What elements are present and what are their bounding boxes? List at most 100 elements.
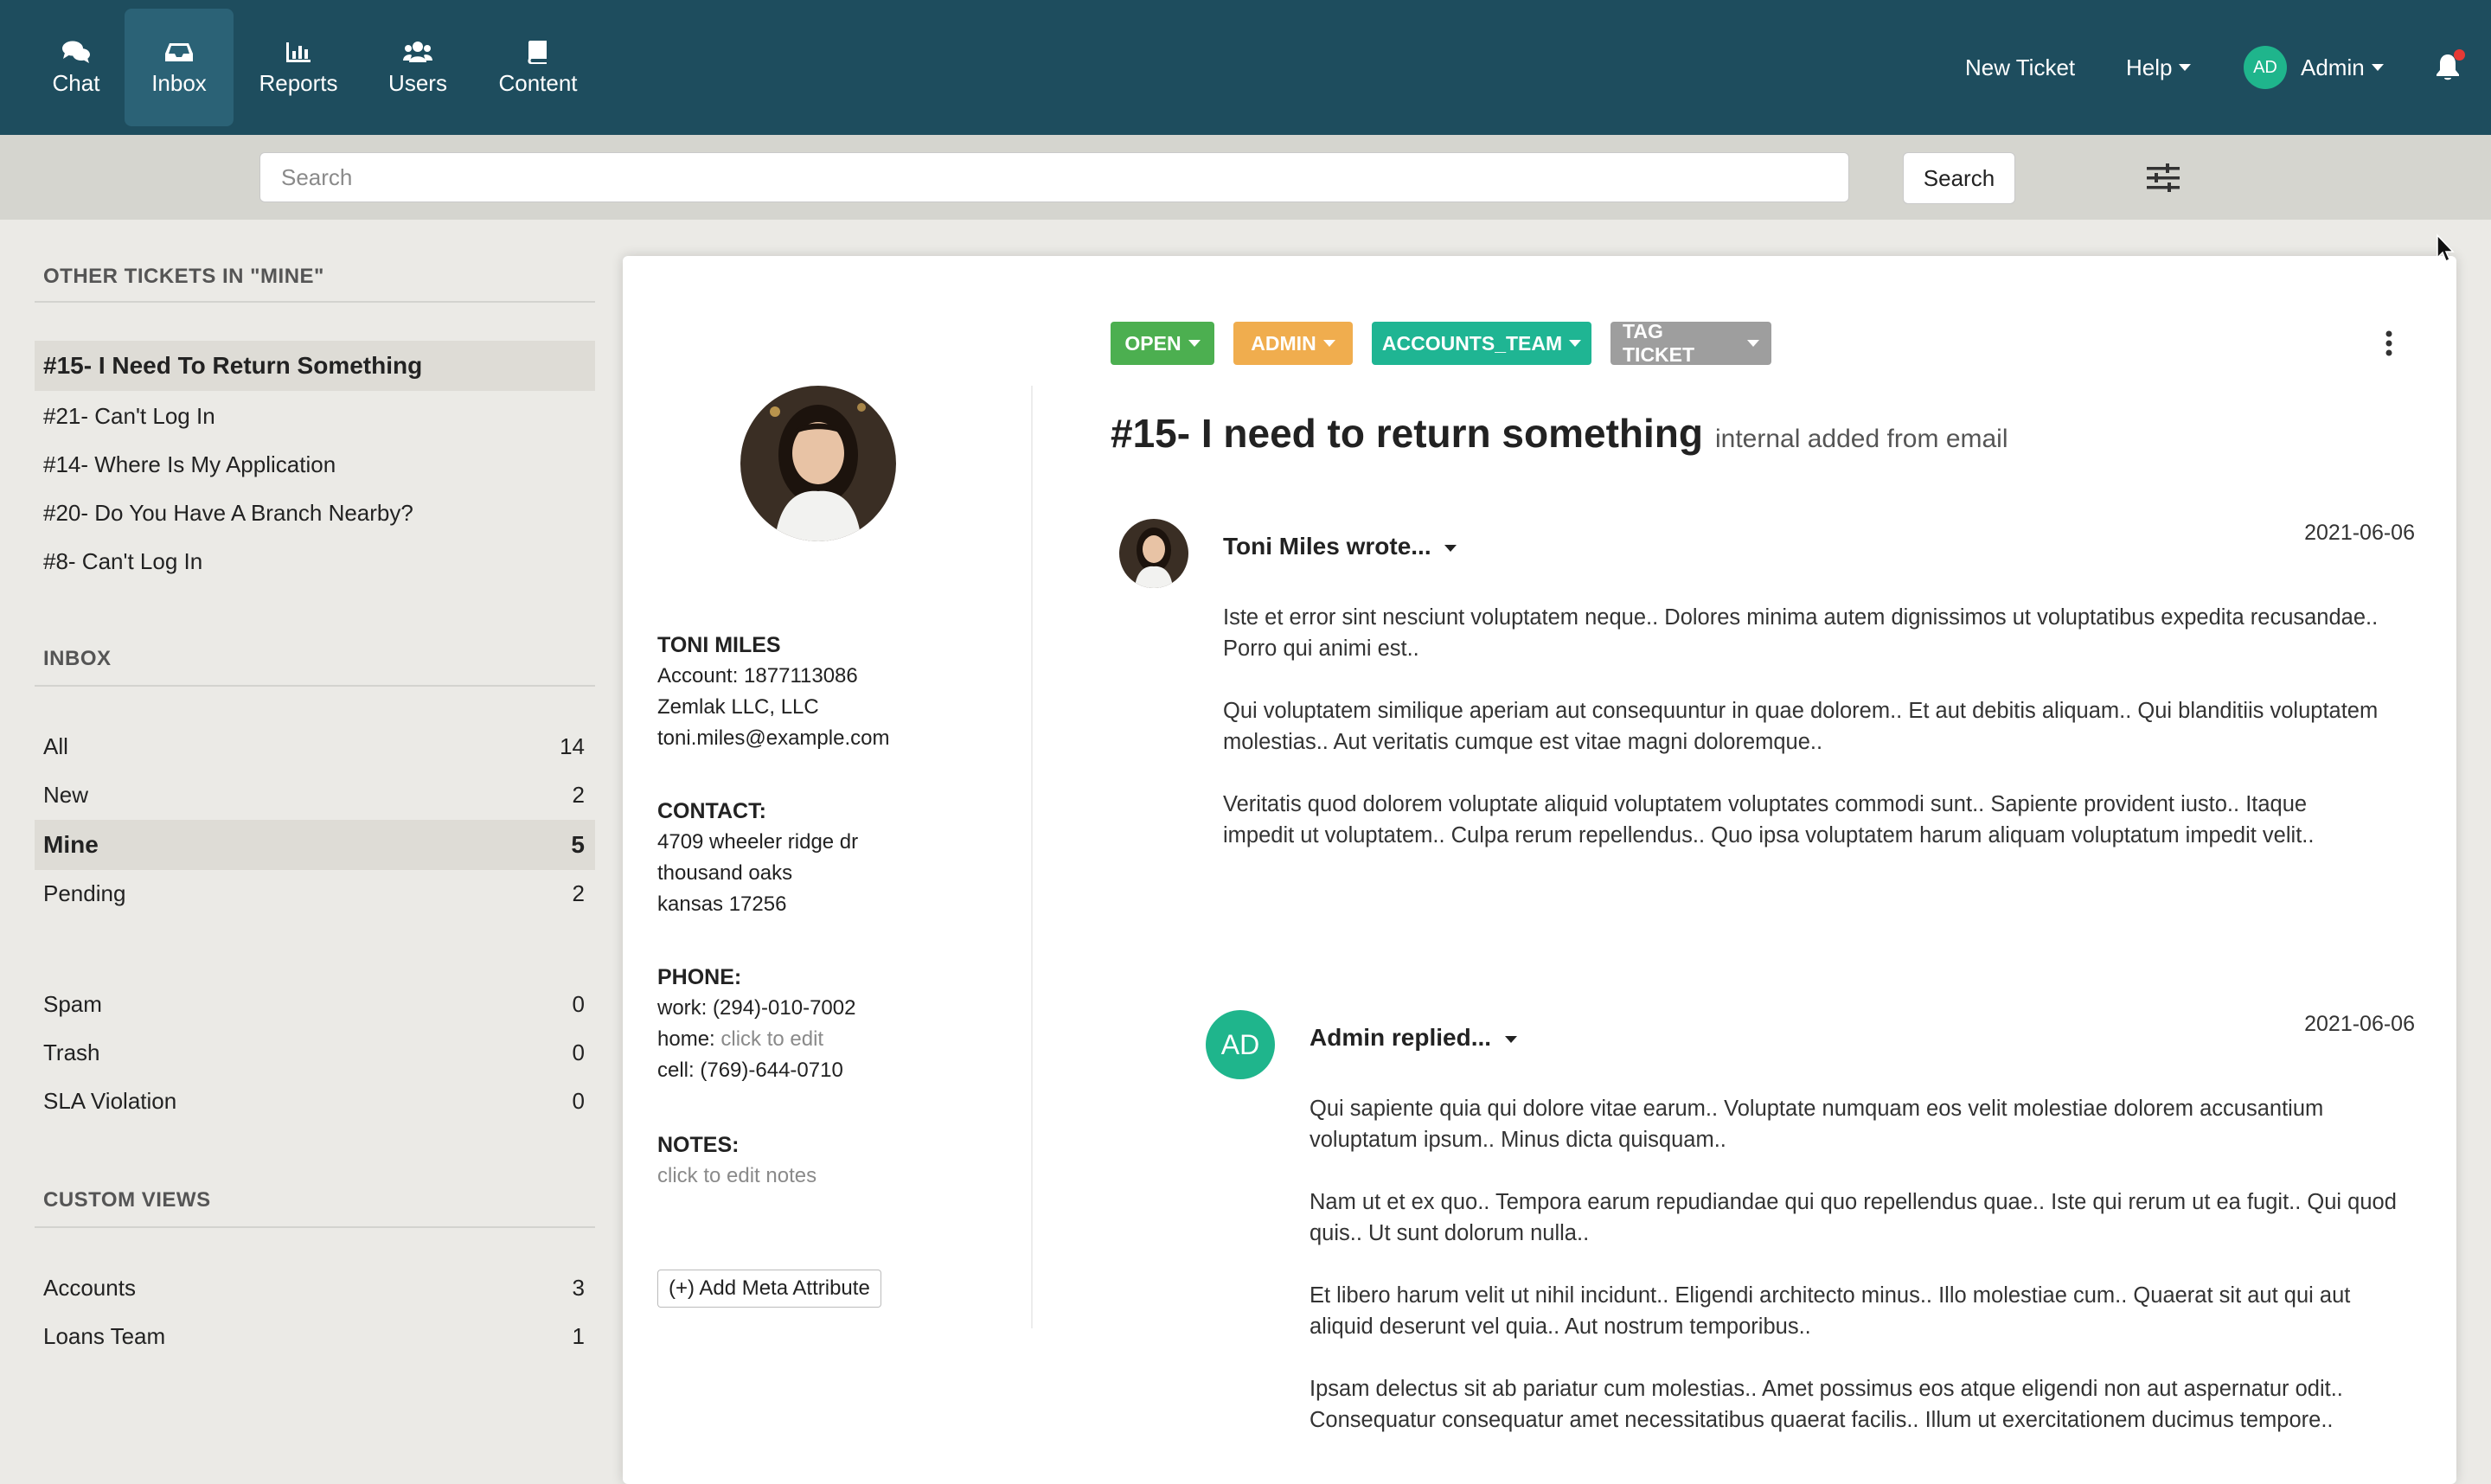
phone-home-label: home: <box>657 1027 715 1051</box>
other-ticket-label: #21- Can't Log In <box>43 402 215 429</box>
contact-label: CONTACT: <box>657 799 766 823</box>
notes-edit[interactable]: click to edit notes <box>657 1161 816 1192</box>
other-ticket-item[interactable]: #8- Can't Log In <box>35 536 595 586</box>
customer-account: Account: 1877113086 <box>657 664 858 688</box>
nav-reports[interactable]: Reports <box>249 9 348 126</box>
sidebar-item-label: New <box>43 781 89 808</box>
status-dropdown[interactable]: OPEN <box>1111 322 1214 365</box>
message-date: 2021-06-06 <box>2304 1012 2415 1036</box>
sidebar-item-loans-team[interactable]: Loans Team 1 <box>35 1311 595 1361</box>
other-ticket-item[interactable]: #20- Do You Have A Branch Nearby? <box>35 488 595 538</box>
message-avatar: AD <box>1206 1010 1275 1079</box>
tag-label: ADMIN <box>1251 331 1316 355</box>
message-paragraph: Ipsam delectus sit ab pariatur cum moles… <box>1310 1377 2343 1432</box>
chevron-down-icon <box>1569 340 1582 347</box>
search-button[interactable]: Search <box>1903 152 2015 204</box>
sidebar-item-count: 0 <box>572 1087 585 1114</box>
customer-notes: NOTES: click to edit notes <box>657 1129 816 1192</box>
nav-chat-label: Chat <box>52 69 100 96</box>
message-body: Iste et error sint nesciunt voluptatem n… <box>1223 602 2382 882</box>
sidebar-item-count: 3 <box>572 1274 585 1301</box>
message-author-dropdown[interactable]: Admin replied... <box>1310 1024 1517 1052</box>
sidebar-item-trash[interactable]: Trash 0 <box>35 1027 595 1078</box>
search-input[interactable] <box>259 152 1849 202</box>
custom-views-heading: CUSTOM VIEWS <box>43 1188 211 1212</box>
notification-dot <box>2454 49 2465 61</box>
other-ticket-label: #20- Do You Have A Branch Nearby? <box>43 499 413 526</box>
ticket-card: OPEN ADMIN ACCOUNTS_TEAM TAG TICKET TONI… <box>623 256 2456 1484</box>
new-ticket-label: New Ticket <box>1965 54 2076 80</box>
other-ticket-label: #14- Where Is My Application <box>43 451 336 477</box>
other-ticket-item[interactable]: #14- Where Is My Application <box>35 439 595 489</box>
ticket-title-text: #15- I need to return something <box>1111 411 1703 456</box>
nav-users[interactable]: Users <box>372 9 464 126</box>
user-menu[interactable]: AD Admin <box>2244 0 2384 135</box>
divider <box>35 685 595 687</box>
chevron-down-icon <box>1747 340 1759 347</box>
address-line: thousand oaks <box>657 861 793 885</box>
sidebar-item-label: Pending <box>43 880 126 906</box>
help-label: Help <box>2126 54 2173 80</box>
address-line: 4709 wheeler ridge dr <box>657 830 859 854</box>
customer-email[interactable]: toni.miles@example.com <box>657 723 889 754</box>
notifications-button[interactable] <box>2434 0 2465 135</box>
user-name: Admin <box>2301 54 2365 80</box>
chevron-down-icon <box>1188 340 1201 347</box>
message-paragraph: Veritatis quod dolorem voluptate aliquid… <box>1223 792 2315 848</box>
ticket-title: #15- I need to return something internal … <box>1111 410 2008 457</box>
other-ticket-item[interactable]: #21- Can't Log In <box>35 391 595 441</box>
sidebar-item-sla-violation[interactable]: SLA Violation 0 <box>35 1076 595 1126</box>
phone-home-edit[interactable]: click to edit <box>720 1027 823 1051</box>
sidebar-item-label: All <box>43 732 68 759</box>
customer-contact: CONTACT: 4709 wheeler ridge dr thousand … <box>657 796 858 920</box>
nav-reports-label: Reports <box>259 69 338 96</box>
tag-label: ACCOUNTS_TEAM <box>1381 331 1563 355</box>
divider <box>35 301 595 303</box>
message-paragraph: Nam ut et ex quo.. Tempora earum repudia… <box>1310 1190 2397 1245</box>
sidebar-item-accounts[interactable]: Accounts 3 <box>35 1263 595 1313</box>
assignee-dropdown[interactable]: ADMIN <box>1233 322 1353 365</box>
sidebar-item-pending[interactable]: Pending 2 <box>35 868 595 918</box>
tag-ticket-dropdown[interactable]: TAG TICKET <box>1611 320 1771 366</box>
message-author-dropdown[interactable]: Toni Miles wrote... <box>1223 533 1457 560</box>
chevron-down-icon <box>2371 64 2384 71</box>
chevron-down-icon <box>2179 64 2192 71</box>
avatar: AD <box>2244 46 2287 89</box>
sidebar-item-count: 5 <box>571 831 585 858</box>
nav-content-label: Content <box>498 69 578 96</box>
tag-label: OPEN <box>1124 331 1181 355</box>
phone-cell: cell: (769)-644-0710 <box>657 1059 843 1082</box>
phone-home: home: click to edit <box>657 1024 855 1055</box>
inbox-icon <box>165 42 193 61</box>
help-dropdown[interactable]: Help <box>2126 0 2192 135</box>
customer-phone: PHONE: work: (294)-010-7002 home: click … <box>657 962 855 1086</box>
divider <box>35 1226 595 1228</box>
sidebar-item-new[interactable]: New 2 <box>35 770 595 820</box>
other-ticket-item[interactable]: #15- I Need To Return Something <box>35 341 595 391</box>
sidebar-item-all[interactable]: All 14 <box>35 721 595 771</box>
other-tickets-heading: OTHER TICKETS IN "MINE" <box>43 265 324 288</box>
customer-company: Zemlak LLC, LLC <box>657 695 819 719</box>
message-paragraph: Qui sapiente quia qui dolore vitae earum… <box>1310 1097 2324 1152</box>
book-icon <box>528 40 547 64</box>
add-meta-attribute-button[interactable]: (+) Add Meta Attribute <box>657 1270 881 1308</box>
nav-content[interactable]: Content <box>486 9 590 126</box>
team-dropdown[interactable]: ACCOUNTS_TEAM <box>1372 322 1591 365</box>
sidebar-item-count: 2 <box>572 781 585 808</box>
sidebar-item-spam[interactable]: Spam 0 <box>35 979 595 1029</box>
filter-sliders-icon[interactable] <box>2147 163 2180 194</box>
other-ticket-label: #8- Can't Log In <box>43 547 203 574</box>
customer-name: TONI MILES <box>657 633 781 657</box>
sidebar-item-count: 1 <box>572 1322 585 1349</box>
chevron-down-icon <box>1444 544 1457 552</box>
more-options-icon[interactable] <box>2385 330 2392 356</box>
reports-icon <box>286 42 311 62</box>
sidebar-item-label: Spam <box>43 990 102 1017</box>
nav-inbox[interactable]: Inbox <box>125 9 234 126</box>
nav-chat[interactable]: Chat <box>38 9 114 126</box>
sidebar-item-mine[interactable]: Mine 5 <box>35 820 595 870</box>
new-ticket-link[interactable]: New Ticket <box>1965 0 2075 135</box>
message-author: Admin replied... <box>1310 1024 1492 1051</box>
nav-inbox-label: Inbox <box>151 69 207 96</box>
sidebar-item-label: Trash <box>43 1039 100 1065</box>
